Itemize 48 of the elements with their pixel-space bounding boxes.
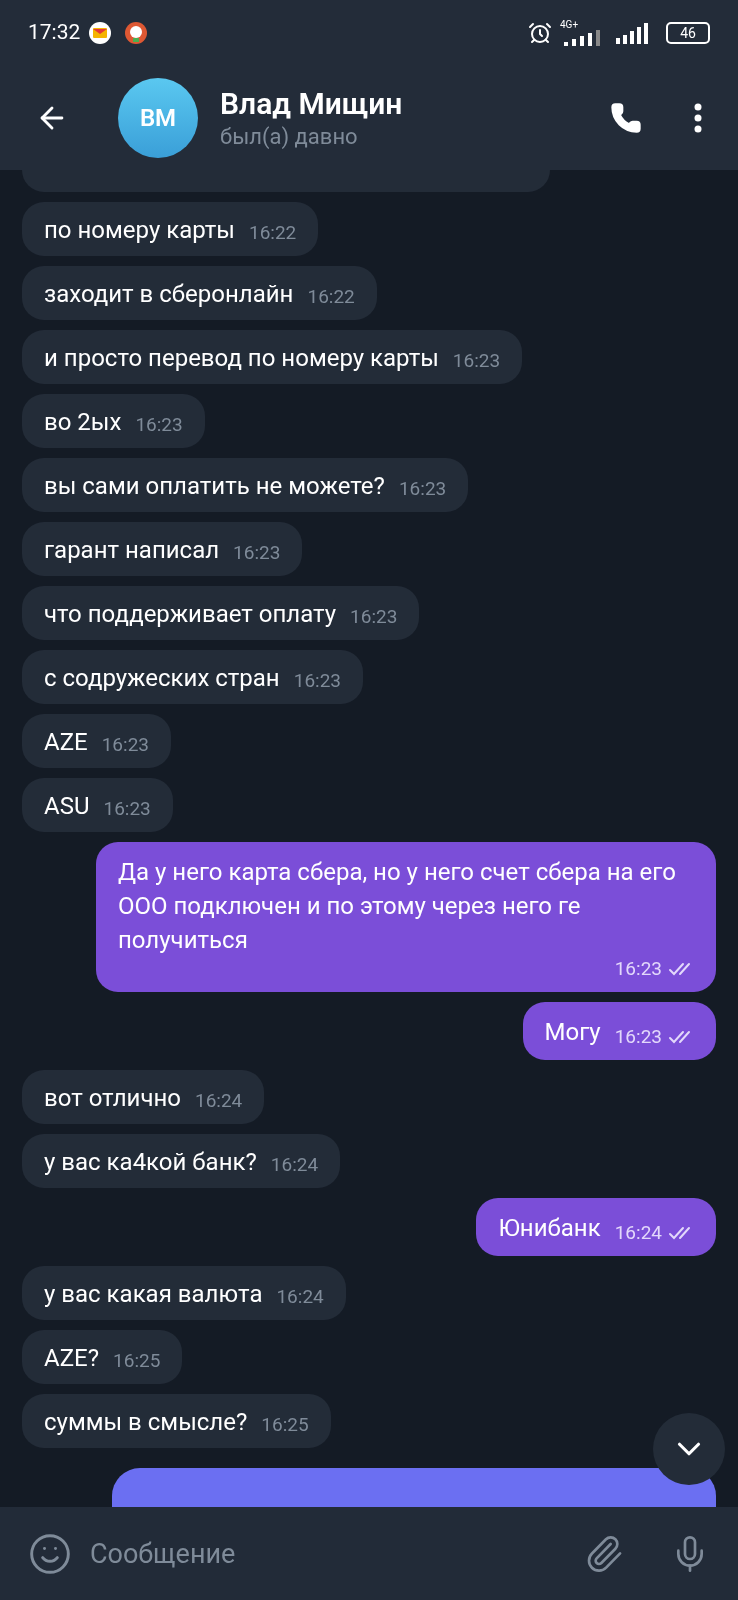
message-time: 16:24 xyxy=(614,1221,662,1245)
message-text: Да у него карта сбера, но у него счет сбера на его ООО подключен и по этому через него ге получиться xyxy=(118,857,677,956)
message-text: AZE xyxy=(44,727,88,757)
message-text: суммы в смысле? xyxy=(44,1407,248,1437)
contact-name[interactable]: Влад Мищин xyxy=(220,85,598,123)
message-time: 16:24 xyxy=(195,1089,243,1113)
message-text: AZE? xyxy=(44,1343,100,1373)
menu-icon xyxy=(694,103,702,133)
message-time: 16:23 xyxy=(350,605,398,629)
message-time: 16:23 xyxy=(101,733,149,757)
message-time: 16:25 xyxy=(261,1413,309,1437)
message-text: у вас какая валюта xyxy=(44,1279,263,1309)
message-time: 16:25 xyxy=(113,1349,161,1373)
message-time: 16:23 xyxy=(135,413,183,437)
mail-icon xyxy=(88,21,113,45)
message-time: 16:22 xyxy=(248,221,297,245)
clock: 17:32 xyxy=(28,19,81,47)
message-text: во 2ых xyxy=(44,407,122,437)
emoji-icon[interactable] xyxy=(28,1531,72,1576)
message-time: 16:23 xyxy=(452,349,501,373)
message-text: и просто перевод по номеру карты xyxy=(44,343,439,373)
message-text: вы сами оплатить не можете? xyxy=(44,471,385,501)
last-seen: был(а) давно xyxy=(220,123,359,151)
message-text: ASU xyxy=(44,791,90,821)
message-text: заходит в сберонлайн xyxy=(44,279,294,309)
alarm-icon xyxy=(528,21,552,45)
message-composer[interactable]: Сообщение xyxy=(0,1507,738,1600)
message-time: 16:23 xyxy=(233,541,281,565)
message-time: 16:22 xyxy=(307,285,355,309)
message-text: гарант написал xyxy=(44,535,220,565)
message-time: 16:24 xyxy=(276,1285,324,1309)
message-time: 16:23 xyxy=(103,797,151,821)
message-text: вот отлично xyxy=(44,1083,181,1113)
message-time: 16:24 xyxy=(270,1153,319,1177)
message-time: 16:23 xyxy=(398,477,447,501)
message-text: у вас ка4кой банк? xyxy=(44,1147,257,1177)
message-text: с содружеских стран xyxy=(44,663,280,693)
message-text: по номеру карты xyxy=(44,215,235,245)
message-time: 16:23 xyxy=(614,957,662,981)
message-text: Могу xyxy=(544,1017,601,1048)
phone-icon xyxy=(610,102,642,134)
signal-icon xyxy=(616,22,650,44)
message-time: 16:23 xyxy=(293,669,342,693)
battery-indicator: 46 xyxy=(666,22,710,44)
message-text: что поддерживает оплату xyxy=(44,599,337,629)
network-type: 4G+ xyxy=(560,20,579,30)
message-text: Юнибанк xyxy=(498,1213,601,1244)
message-time: 16:23 xyxy=(614,1025,662,1049)
